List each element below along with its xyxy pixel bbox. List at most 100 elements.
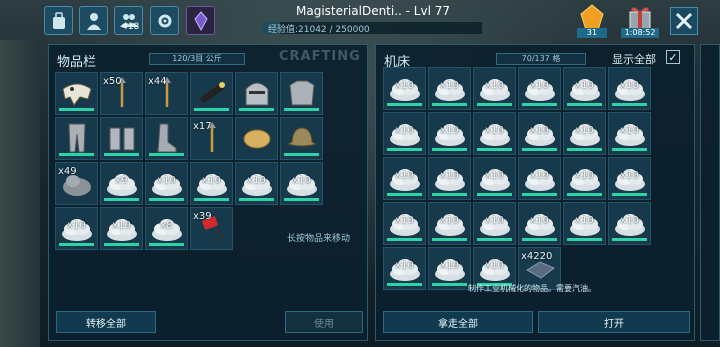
durability-bar	[59, 153, 94, 156]
inventory-slot[interactable]: x10	[563, 157, 606, 200]
inventory-slot[interactable]: x10	[608, 112, 651, 155]
durability-bar	[149, 243, 184, 246]
durability-bar	[239, 198, 274, 201]
durability-bar	[477, 103, 512, 106]
settings-icon[interactable]	[150, 6, 179, 35]
inventory-slot[interactable]: x10	[608, 202, 651, 245]
inventory-slot[interactable]: x10	[383, 67, 426, 110]
durability-bar	[567, 193, 602, 196]
inventory-slot[interactable]: x10	[473, 67, 516, 110]
inventory-slot[interactable]: x10	[563, 112, 606, 155]
item-quantity: x10	[395, 80, 414, 91]
inventory-slot[interactable]	[235, 117, 278, 160]
item-quantity: x10	[112, 220, 131, 231]
inventory-slot[interactable]: x10	[518, 202, 561, 245]
durability-bar	[104, 198, 139, 201]
item-quantity: x10	[575, 170, 594, 181]
weight-indicator: 120/3目 公斤	[149, 53, 245, 65]
show-all-checkbox[interactable]: ✓	[666, 50, 680, 64]
durability-bar	[612, 238, 647, 241]
durability-bar	[432, 103, 467, 106]
item-quantity: x10	[620, 170, 639, 181]
item-quantity: x4220	[521, 251, 553, 262]
durability-bar	[387, 238, 422, 241]
flashlight-icon	[200, 82, 225, 103]
inventory-slot[interactable]: x10	[518, 112, 561, 155]
inventory-slot[interactable]: x10	[145, 162, 188, 205]
inventory-slot[interactable]	[100, 117, 143, 160]
inventory-slot[interactable]: x10	[428, 247, 471, 290]
inventory-slot[interactable]	[55, 72, 98, 115]
inventory-slot[interactable]: x10	[428, 202, 471, 245]
inventory-slot[interactable]: x10	[473, 112, 516, 155]
inventory-slot[interactable]: x50	[100, 72, 143, 115]
inventory-slot[interactable]	[235, 72, 278, 115]
inventory-slot[interactable]: x10	[100, 207, 143, 250]
durability-bar	[612, 148, 647, 151]
durability-bar	[284, 198, 319, 201]
close-icon	[675, 12, 693, 30]
open-button[interactable]: 打开	[538, 311, 690, 333]
inventory-slot[interactable]: x10	[280, 162, 323, 205]
take-all-button[interactable]: 拿走全部	[383, 311, 533, 333]
inventory-slot[interactable]: x10	[608, 157, 651, 200]
close-button[interactable]	[670, 7, 698, 35]
durability-bar	[612, 193, 647, 196]
leggings-icon	[68, 123, 86, 153]
inventory-slot[interactable]: x10	[608, 67, 651, 110]
item-quantity: x10	[620, 80, 639, 91]
inventory-slot[interactable]: x10	[428, 157, 471, 200]
inventory-slot[interactable]: x10	[473, 157, 516, 200]
inventory-slot[interactable]: x10	[563, 67, 606, 110]
inventory-slot[interactable]: x10	[190, 162, 233, 205]
durability-bar	[149, 198, 184, 201]
character-icon[interactable]	[79, 6, 108, 35]
item-quantity: x10	[157, 175, 176, 186]
use-button[interactable]: 使用	[285, 311, 363, 333]
inventory-slot[interactable]	[280, 72, 323, 115]
durability-bar	[432, 193, 467, 196]
durability-bar	[522, 193, 557, 196]
inventory-slot[interactable]: x9	[100, 162, 143, 205]
durability-bar	[477, 148, 512, 151]
inventory-grid: x50 x44 x17 x49 x9 x10 x10 x10 x10 x10 x10 x8 x39	[55, 72, 323, 250]
inventory-slot[interactable]: x10	[473, 202, 516, 245]
inventory-slot[interactable]: x10	[563, 202, 606, 245]
inventory-slot[interactable]: x10	[383, 157, 426, 200]
inventory-slot[interactable]	[55, 117, 98, 160]
inventory-slot[interactable]: x10	[428, 67, 471, 110]
inventory-icon[interactable]	[44, 6, 73, 35]
world-edge	[0, 40, 40, 347]
item-quantity: x10	[485, 125, 504, 136]
transfer-all-button[interactable]: 转移全部	[56, 311, 156, 333]
inventory-slot[interactable]: x10	[383, 112, 426, 155]
durability-bar	[239, 108, 274, 111]
inventory-slot[interactable]: x10	[518, 67, 561, 110]
inventory-slot[interactable]	[190, 72, 233, 115]
crystal-icon[interactable]	[186, 6, 215, 35]
inventory-slot[interactable]: x44	[145, 72, 188, 115]
machine-grid: x10 x10 x10 x10 x10 x10 x10 x10 x10 x10 x10 x10 x10 x…	[383, 67, 651, 290]
item-quantity: x10	[530, 125, 549, 136]
durability-bar	[432, 238, 467, 241]
inventory-slot[interactable]: x10	[235, 162, 278, 205]
inventory-slot[interactable]: x17	[190, 117, 233, 160]
tab-crafting[interactable]: CRAFTING	[279, 49, 361, 64]
inventory-slot[interactable]	[145, 117, 188, 160]
inventory-slot[interactable]: x10	[518, 157, 561, 200]
inventory-slot[interactable]: x8	[145, 207, 188, 250]
item-quantity: x10	[440, 170, 459, 181]
inventory-slot[interactable]: x10	[428, 112, 471, 155]
xp-text: 经验值:21042 / 250000	[268, 25, 370, 35]
inventory-slot[interactable]: x10	[383, 202, 426, 245]
inventory-slot[interactable]: x49	[55, 162, 98, 205]
inventory-slot[interactable]	[280, 117, 323, 160]
item-quantity: x50	[103, 76, 122, 87]
item-quantity: x8	[160, 220, 173, 231]
durability-bar	[104, 153, 139, 156]
inventory-slot[interactable]: x39	[190, 207, 233, 250]
inventory-slot[interactable]: x10	[55, 207, 98, 250]
durability-bar	[104, 243, 139, 246]
implant-count: 31	[577, 28, 607, 38]
inventory-slot[interactable]: x10	[383, 247, 426, 290]
